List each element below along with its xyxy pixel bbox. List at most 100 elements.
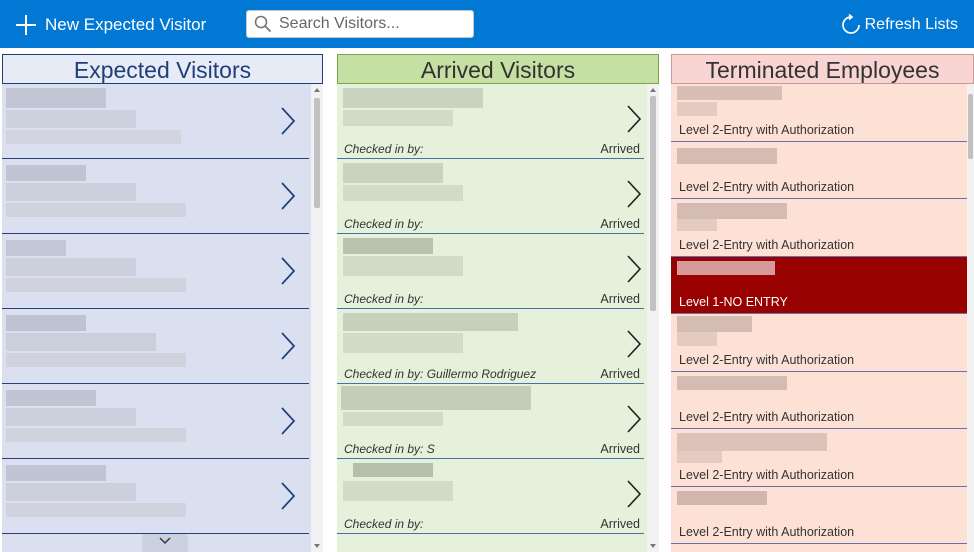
arrived-visitors-list: Checked in by: Arrived Checked in by: Ar… — [337, 84, 659, 552]
chevron-right-icon[interactable] — [280, 481, 296, 511]
status-label: Arrived — [600, 517, 640, 531]
list-item[interactable] — [2, 459, 309, 534]
access-level: Level 1-NO ENTRY — [679, 295, 788, 309]
list-item[interactable]: Checked in by: Arrived — [337, 84, 644, 159]
access-level: Level 2-Entry with Authorization — [679, 237, 855, 252]
checked-in-by: Checked in by: Guillermo Rodriguez — [344, 367, 537, 381]
status-label: Arrived — [600, 142, 640, 156]
chevron-right-icon[interactable] — [626, 179, 642, 209]
chevron-right-icon[interactable] — [626, 404, 642, 434]
list-item-no-entry[interactable]: Level 1-NO ENTRY — [671, 256, 967, 314]
arrived-visitors-title: Arrived Visitors — [337, 54, 659, 84]
chevron-right-icon[interactable] — [280, 106, 296, 136]
redacted-detail — [677, 451, 722, 463]
list-item[interactable] — [2, 159, 309, 234]
chevron-down-icon — [159, 537, 171, 544]
access-level: Level 2-Entry with Authorization — [679, 467, 855, 482]
redacted-name — [343, 238, 433, 254]
chevron-right-icon[interactable] — [280, 331, 296, 361]
list-item[interactable]: Checked in by: Arrived — [337, 159, 644, 234]
terminated-scrollbar[interactable] — [967, 84, 974, 552]
expected-visitors-title: Expected Visitors — [2, 54, 323, 84]
redacted-detail — [343, 256, 463, 276]
list-item[interactable]: Checked in by: S Arrived — [337, 384, 644, 459]
refresh-lists-label: Refresh Lists — [864, 16, 958, 33]
top-toolbar: New Expected Visitor Refresh Lists — [0, 0, 974, 48]
list-item[interactable]: Level 2-Entry with Authorization — [671, 84, 967, 142]
list-item[interactable]: Checked in by: Arrived — [337, 459, 644, 534]
redacted-detail — [677, 219, 717, 231]
arrived-visitors-panel: Arrived Visitors Checked in by: Arrived … — [337, 54, 659, 552]
chevron-right-icon[interactable] — [626, 329, 642, 359]
refresh-icon — [841, 14, 860, 34]
checked-in-by: Checked in by: — [344, 217, 424, 231]
status-label: Arrived — [600, 292, 640, 306]
list-item[interactable]: Checked in by: Arrived — [337, 234, 644, 309]
checked-in-by: Checked in by: — [344, 517, 424, 531]
redacted-name — [6, 465, 106, 481]
arrived-scrollbar[interactable] — [647, 84, 659, 552]
access-level: Level 2-Entry with Authorization — [679, 410, 855, 424]
list-item[interactable] — [2, 234, 309, 309]
status-label: Arrived — [600, 367, 640, 381]
redacted-name — [6, 390, 96, 406]
access-level: Level 2-Entry with Authorization — [679, 122, 855, 137]
redacted-name — [343, 88, 483, 108]
list-item[interactable]: Level 2-Entry with Authorization — [671, 199, 967, 257]
access-level: Level 2-Entry with Authorization — [679, 180, 855, 194]
new-expected-visitor-button[interactable]: New Expected Visitor — [16, 11, 206, 39]
expected-visitors-panel: Expected Visitors — [2, 54, 323, 552]
scroll-up-icon[interactable] — [650, 88, 656, 92]
scroll-down-icon[interactable] — [650, 544, 656, 548]
redacted-detail — [677, 102, 717, 116]
redacted-name — [341, 386, 531, 410]
scroll-up-icon[interactable] — [314, 88, 320, 92]
refresh-lists-button[interactable]: Refresh Lists — [840, 12, 958, 38]
chevron-right-icon[interactable] — [280, 256, 296, 286]
chevron-right-icon[interactable] — [626, 254, 642, 284]
redacted-detail — [343, 412, 443, 426]
chevron-right-icon[interactable] — [626, 104, 642, 134]
list-item[interactable]: Level 2-Entry with Authorization — [671, 429, 967, 487]
redacted-detail — [6, 353, 186, 367]
redacted-name — [677, 433, 827, 451]
chevron-right-icon[interactable] — [280, 406, 296, 436]
redacted-name — [6, 240, 66, 256]
chevron-right-icon[interactable] — [626, 479, 642, 509]
redacted-name — [677, 147, 777, 164]
redacted-detail — [6, 503, 186, 517]
search-input[interactable] — [279, 15, 459, 33]
redacted-detail — [6, 130, 181, 144]
redacted-detail — [677, 332, 717, 346]
redacted-detail — [6, 203, 186, 217]
redacted-name — [677, 316, 752, 332]
status-label: Arrived — [600, 442, 640, 456]
redacted-detail — [343, 185, 463, 201]
list-item[interactable]: Checked in by: Guillermo Rodriguez Arriv… — [337, 309, 644, 384]
scrollbar-thumb[interactable] — [314, 98, 320, 208]
redacted-name — [343, 163, 443, 183]
plus-icon — [16, 15, 36, 35]
redacted-detail — [6, 258, 136, 276]
checked-in-by: Checked in by: — [344, 142, 424, 156]
list-item[interactable] — [2, 84, 309, 159]
list-item[interactable]: Level 2-Entry with Authorization — [671, 314, 967, 372]
scrollbar-thumb[interactable] — [968, 94, 973, 159]
list-item[interactable]: Level 2-Entry with Authorization — [671, 487, 967, 544]
scrollbar-thumb[interactable] — [650, 96, 656, 311]
list-item[interactable] — [2, 309, 309, 384]
search-box[interactable] — [246, 10, 474, 38]
list-item[interactable]: Level 2-Entry with Authorization — [671, 142, 967, 199]
redacted-name — [6, 88, 106, 108]
redacted-detail — [343, 110, 453, 126]
expected-scrollbar[interactable] — [311, 84, 323, 552]
redacted-name — [343, 313, 518, 331]
scroll-down-icon[interactable] — [314, 544, 320, 548]
redacted-detail — [6, 278, 186, 292]
redacted-name — [677, 260, 775, 275]
scroll-more-button[interactable] — [142, 534, 188, 552]
redacted-detail — [6, 110, 136, 128]
list-item[interactable]: Level 2-Entry with Authorization — [671, 372, 967, 429]
list-item[interactable] — [2, 384, 309, 459]
chevron-right-icon[interactable] — [280, 181, 296, 211]
